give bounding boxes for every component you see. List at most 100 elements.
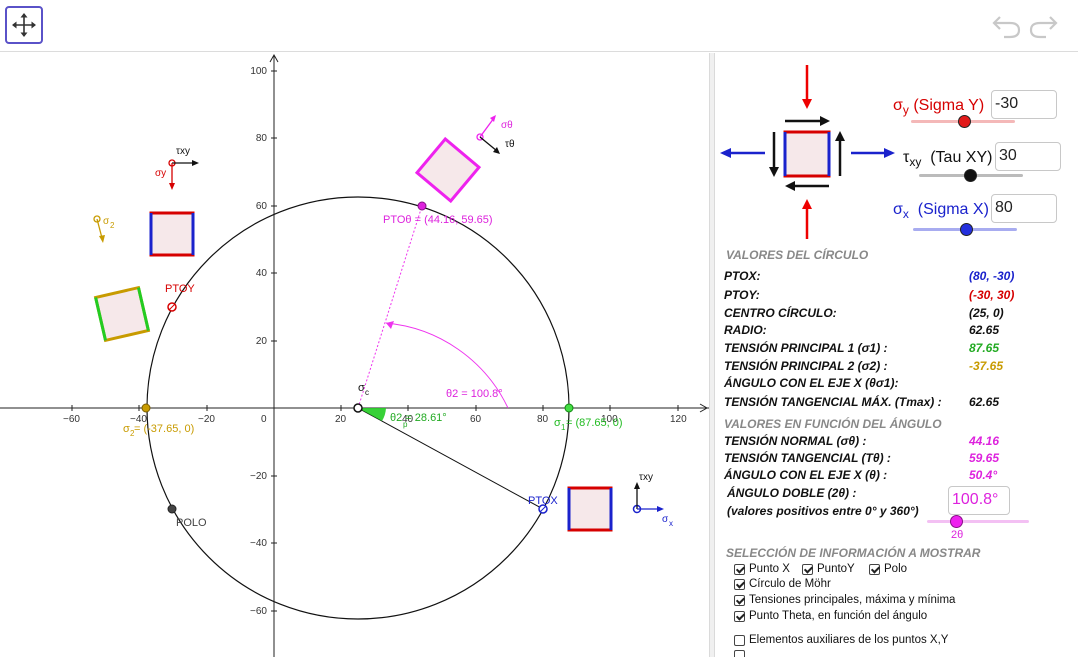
checkbox-polo[interactable]: Polo xyxy=(869,563,907,575)
sigma-c-label: σ xyxy=(358,382,365,394)
angle-theta-label: ÁNGULO CON EL EJE X (θ) : xyxy=(724,468,888,482)
y-tick: −20 xyxy=(250,471,267,482)
center-point[interactable] xyxy=(353,403,363,413)
undo-icon[interactable] xyxy=(992,12,1022,40)
sigma1-row-label: TENSIÓN PRINCIPAL 1 (σ1) : xyxy=(724,341,888,355)
double-angle-track[interactable] xyxy=(927,520,1029,523)
y-element xyxy=(149,211,195,257)
sigma2-label: σ xyxy=(123,423,130,435)
checkbox-aux-polo[interactable] xyxy=(734,650,749,657)
checkbox-label: Tensiones principales, máxima y mínima xyxy=(749,594,956,606)
sigma-x-slider-label: σx (Sigma X) xyxy=(893,201,989,222)
tangential-stress-label: TENSIÓN TANGENCIAL (Tθ) : xyxy=(724,451,891,465)
checkbox-icon[interactable] xyxy=(734,563,745,575)
checkbox-label: Punto X xyxy=(749,563,790,575)
polo-label: POLO xyxy=(176,517,207,529)
x-tick: 120 xyxy=(670,414,687,425)
sigma2-point[interactable] xyxy=(141,403,151,413)
move-tool-button[interactable] xyxy=(5,6,43,44)
redo-icon[interactable] xyxy=(1028,12,1058,40)
sigma-y-label: σy xyxy=(155,168,166,179)
y-tick: −60 xyxy=(250,606,267,617)
checkbox-punto-y[interactable]: PuntoY xyxy=(802,563,855,575)
ptoy-label: PTOY xyxy=(165,283,195,295)
tangential-stress-value: 59.65 xyxy=(969,451,1000,465)
checkbox-icon[interactable] xyxy=(869,563,880,575)
radius-row-label: RADIO: xyxy=(724,323,767,337)
double-angle-knob[interactable] xyxy=(950,515,963,528)
checkbox-icon[interactable] xyxy=(734,594,745,606)
center-row-label: CENTRO CÍRCULO: xyxy=(724,306,837,320)
sigma2-row-label: TENSIÓN PRINCIPAL 2 (σ2) : xyxy=(724,359,888,373)
principal-angle-sub: p xyxy=(403,420,408,429)
x-tick: 20 xyxy=(335,414,347,425)
y-tick: 60 xyxy=(256,201,268,212)
sigma1-row-value: 87.65 xyxy=(969,341,1000,355)
checkbox-circulo[interactable]: Círculo de Möhr xyxy=(734,578,831,590)
sigma2-arrow-label: σ xyxy=(103,216,110,227)
sigma1-value: = (87.65, 0) xyxy=(566,417,623,429)
checkbox-icon[interactable] xyxy=(734,610,745,622)
angle-x-row-label: ÁNGULO CON EL EJE X (θσ1): xyxy=(724,376,899,390)
checkbox-icon[interactable] xyxy=(734,650,745,657)
tau-xy-right-label: τxy xyxy=(639,472,653,483)
theta-line xyxy=(357,205,423,409)
sigma-x-input[interactable]: 80 xyxy=(991,194,1057,223)
theta2-label: θ2 = 100.8° xyxy=(446,388,503,400)
x-tick: −20 xyxy=(198,414,215,425)
pto-theta-label: PTOθ = (44.16, 59.65) xyxy=(383,214,493,226)
y-tick: 80 xyxy=(256,133,268,144)
checkbox-label: PuntoY xyxy=(817,563,855,575)
ptox-row-value: (80, -30) xyxy=(969,269,1015,283)
x-element xyxy=(567,486,613,532)
sigma-y-knob[interactable] xyxy=(958,115,971,128)
move-icon xyxy=(12,13,36,37)
angle-values-title: VALORES EN FUNCIÓN DEL ÁNGULO xyxy=(724,417,942,431)
radius-row-value: 62.65 xyxy=(969,323,1000,337)
tau-xy-input[interactable]: 30 xyxy=(995,142,1061,171)
pto-theta-point[interactable] xyxy=(417,201,427,211)
double-angle-input[interactable]: 100.8° xyxy=(948,486,1010,515)
sigma2-row-value: -37.65 xyxy=(969,359,1004,373)
y-tick: 20 xyxy=(256,336,268,347)
double-angle-note: (valores positivos entre 0° y 360°) xyxy=(727,504,919,518)
x-tick: −60 xyxy=(63,414,80,425)
tau-theta-label: τθ xyxy=(505,139,515,150)
checkbox-punto-x[interactable]: Punto X xyxy=(734,563,790,575)
angle-theta-value: 50.4° xyxy=(969,468,998,482)
normal-stress-value: 44.16 xyxy=(969,434,1000,448)
checkbox-aux-xy[interactable]: Elementos auxiliares de los puntos X,Y xyxy=(734,634,948,646)
side-panel: σy (Sigma Y) -30 τxy (Tau XY) 30 σx (Sig… xyxy=(715,53,1078,657)
stress-element-diagram xyxy=(720,65,895,239)
toolbar xyxy=(0,0,1078,52)
checkbox-punto-theta[interactable]: Punto Theta, en función del ángulo xyxy=(734,610,927,622)
ptox-row-label: PTOX: xyxy=(724,269,761,283)
checkbox-icon[interactable] xyxy=(734,634,745,646)
sigma2-value: = (-37.65, 0) xyxy=(134,423,194,435)
checkbox-icon[interactable] xyxy=(734,578,745,590)
sigma-theta-label: σθ xyxy=(501,120,513,131)
checkbox-tensiones[interactable]: Tensiones principales, máxima y mínima xyxy=(734,594,955,606)
graphics-view[interactable]: −60 −40 −20 0 20 40 60 80 100 120 100 80… xyxy=(0,53,709,657)
x-tick: 80 xyxy=(537,414,549,425)
polo-point[interactable] xyxy=(167,504,177,514)
x-tick: 60 xyxy=(470,414,482,425)
checkbox-icon[interactable] xyxy=(802,563,813,575)
normal-stress-label: TENSIÓN NORMAL (σθ) : xyxy=(724,434,867,448)
tmax-row-value: 62.65 xyxy=(969,395,1000,409)
x-tick: 0 xyxy=(261,414,267,425)
y-tick: 100 xyxy=(250,66,267,77)
y-axis xyxy=(269,53,279,657)
mohr-graph: −60 −40 −20 0 20 40 60 80 100 120 100 80… xyxy=(0,53,709,657)
ptoy-row-value: (-30, 30) xyxy=(969,288,1015,302)
sigma1-point[interactable] xyxy=(564,403,574,413)
sigma-x-knob[interactable] xyxy=(960,223,973,236)
tau-xy-knob[interactable] xyxy=(964,169,977,182)
double-angle-label: ÁNGULO DOBLE (2θ) : xyxy=(727,486,857,500)
principal-angle-label: θ2 = 28.61° xyxy=(390,412,447,424)
y-tick: −40 xyxy=(250,538,267,549)
sigma2-arrow-sub: 2 xyxy=(110,221,115,230)
ptoy-row-label: PTOY: xyxy=(724,288,760,302)
double-angle-caption: 2θ xyxy=(951,529,964,541)
sigma-y-input[interactable]: -30 xyxy=(991,90,1057,119)
